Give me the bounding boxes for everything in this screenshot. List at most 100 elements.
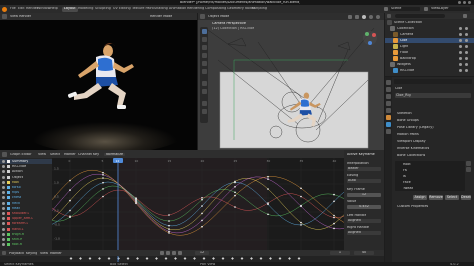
menu-channel[interactable]: Channel [78,153,92,156]
remove-icon[interactable] [466,167,471,172]
key-frame-field[interactable]: 12 [347,193,381,197]
section-pose-library[interactable]: Pose Library (Legacy) [397,126,434,129]
menu-select[interactable]: Select [50,153,60,156]
channel-visibility-icon[interactable] [2,201,5,205]
render-camera-icon[interactable] [465,33,468,36]
object-properties-icon[interactable] [386,115,391,120]
channel-visibility-icon[interactable] [2,191,5,195]
section-bone-collections[interactable]: Bone Collections [397,154,425,157]
bone-group-item[interactable]: Tweak [403,187,413,190]
menu-view[interactable]: View [38,153,46,156]
channel-visibility-icon[interactable] [2,165,5,169]
graph-editor-canvas[interactable]: 1.5 1.0 0.5 0.0 -0.5 -1.0 0 5 10 15 20 25 30 35 40 12 [52,158,344,250]
annotate-tool-icon[interactable] [201,81,207,86]
move-tool-icon[interactable] [201,45,207,50]
select-tool-icon[interactable] [201,29,207,34]
render-camera-icon[interactable] [465,63,468,66]
frame-end-field[interactable]: 40 [354,251,374,255]
editor-type-icon[interactable] [2,251,6,255]
tab-scripting[interactable]: Scripting [250,7,269,12]
interpolation-dropdown[interactable]: Bezier [347,167,381,171]
render-camera-icon[interactable] [465,69,468,72]
jump-start-icon[interactable] [160,251,164,255]
menu-playback[interactable]: Playback [9,252,24,255]
material-shading-icon[interactable] [369,14,373,19]
blender-logo-icon[interactable] [2,6,7,12]
tab-sculpting[interactable]: Sculpting [93,7,113,12]
play-reverse-icon[interactable] [166,251,170,255]
bone-group-list[interactable]: Root FK IK Face Tweak [395,161,465,191]
section-skeleton[interactable]: Skeleton [397,112,412,115]
scale-tool-icon[interactable] [201,61,207,66]
channel-visibility-icon[interactable] [2,227,5,231]
render-camera-icon[interactable] [465,27,468,30]
maximize-icon[interactable] [463,1,466,4]
armature-data-icon[interactable] [386,122,391,127]
channel-visibility-icon[interactable] [2,175,5,179]
play-icon[interactable] [172,251,176,255]
graph-editor-mode[interactable]: Graph Editor [10,153,32,156]
outliner-row[interactable]: Camera [385,32,474,37]
channel-visibility-icon[interactable] [2,222,5,226]
menu-file[interactable]: File [10,7,16,11]
channel-visibility-icon[interactable] [2,180,5,184]
armature-data-name-field[interactable]: Cloe_Rig [395,93,471,98]
channel-visibility-icon[interactable] [2,232,5,236]
menu-edit[interactable]: Edit [18,7,25,11]
close-icon[interactable] [468,1,471,4]
output-properties-icon[interactable] [386,94,391,99]
frame-start-field[interactable]: 1 [330,251,350,255]
outliner-row[interactable]: Light [385,44,474,49]
section-inverse-kinematics[interactable]: Inverse Kinematics [397,147,429,150]
right-handle-dropdown[interactable]: Aligned [347,231,381,235]
world-properties-icon[interactable] [386,108,391,113]
measure-tool-icon[interactable] [201,89,207,94]
channel-visibility-icon[interactable] [2,170,5,174]
channel-visibility-icon[interactable] [2,212,5,215]
value-field[interactable]: 0.452 [347,205,381,209]
overlay-icon[interactable] [348,14,352,19]
transform-tool-icon[interactable] [201,69,207,74]
visibility-eye-icon[interactable] [459,63,462,66]
outliner-row[interactable]: Floor [385,50,474,55]
deselect-button[interactable]: Deselect [461,195,471,200]
render-camera-icon[interactable] [465,51,468,54]
menu-key[interactable]: Key [93,153,99,156]
pose-brush-icon[interactable] [201,101,207,106]
section-bone-groups[interactable]: Bone Groups [397,119,419,122]
3d-viewport[interactable]: Object Mode Camera Perspective (12) Coll… [198,13,384,150]
visibility-eye-icon[interactable] [459,39,462,42]
channel-visibility-icon[interactable] [2,238,5,241]
normalize-toggle[interactable]: Normalize [104,152,126,156]
channel-visibility-icon[interactable] [2,206,5,210]
object-mode-dropdown[interactable]: Object Mode [208,15,229,18]
bone-group-item[interactable]: Root [403,163,411,166]
channel-visibility-icon[interactable] [2,160,5,163]
channel-visibility-icon[interactable] [2,243,5,247]
visibility-eye-icon[interactable] [459,33,462,36]
left-handle-dropdown[interactable]: Aligned [347,219,381,223]
outliner-row[interactable]: Scene Collection [385,20,474,25]
outliner-row[interactable]: Collection [385,26,474,31]
channel-visibility-icon[interactable] [2,196,5,200]
jump-end-icon[interactable] [178,251,182,255]
bone-group-item[interactable]: Face [403,181,411,184]
scene-properties-icon[interactable] [386,101,391,106]
add-icon[interactable] [466,161,471,166]
editor-type-icon[interactable] [200,14,205,19]
visibility-eye-icon[interactable] [459,51,462,54]
outliner-row[interactable]: RIG-cloe [385,68,474,73]
visibility-eye-icon[interactable] [459,27,462,30]
section-motion-paths[interactable]: Motion Paths [397,133,419,136]
properties-search-input[interactable] [394,79,472,84]
editor-type-icon[interactable] [387,14,391,18]
channel-visibility-icon[interactable] [2,217,5,221]
navigation-gizmo[interactable] [363,31,377,45]
menu-keying[interactable]: Keying [26,252,37,255]
render-view-label[interactable]: View Render [10,15,31,18]
relax-tool-icon[interactable] [201,109,207,114]
select-button[interactable]: Select [445,195,459,200]
menu-window[interactable]: Window [37,7,50,11]
cursor-tool-icon[interactable] [201,37,207,42]
menu-view[interactable]: View [40,252,48,255]
